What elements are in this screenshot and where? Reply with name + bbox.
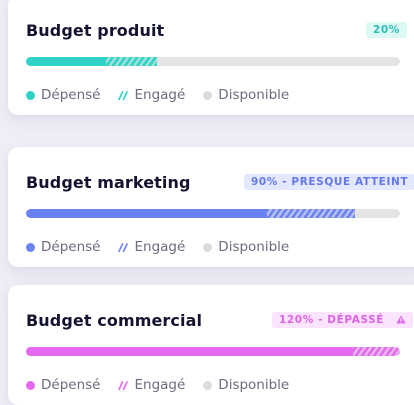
legend-label-spent: Dépensé	[41, 377, 101, 393]
badge-label: 120% - DÉPASSÉ	[279, 314, 385, 326]
engaged-segment	[353, 347, 400, 356]
legend-item-spent: Dépensé	[26, 239, 100, 255]
legend-label-available: Disponible	[218, 377, 290, 393]
legend-item-available: Disponible	[203, 377, 289, 393]
spent-dot-icon	[26, 90, 35, 100]
legend-item-engaged: Engagé	[118, 87, 185, 103]
engaged-segment	[106, 57, 157, 66]
available-dot-icon	[203, 90, 213, 100]
legend-item-engaged: Engagé	[118, 239, 185, 255]
budget-card-produit: Budget produit 20% Dépensé Engagé Dispon…	[8, 0, 414, 115]
legend-item-available: Disponible	[203, 87, 289, 103]
spent-dot-icon	[26, 380, 35, 390]
legend-label-engaged: Engagé	[134, 239, 186, 255]
legend-label-spent: Dépensé	[41, 87, 101, 103]
engaged-stripes-icon	[118, 380, 129, 390]
badge-label: 20%	[373, 24, 400, 36]
spent-segment	[26, 347, 354, 356]
status-badge: 20%	[366, 22, 407, 38]
engaged-segment	[267, 209, 356, 218]
legend-label-engaged: Engagé	[134, 377, 186, 393]
legend-label-spent: Dépensé	[41, 239, 101, 255]
warning-icon	[396, 315, 406, 324]
legend-label-engaged: Engagé	[134, 87, 186, 103]
legend: Dépensé Engagé Disponible	[26, 87, 307, 103]
card-title: Budget produit	[26, 21, 165, 40]
budget-progress-bar	[26, 347, 400, 356]
status-badge: 90% - PRESQUE ATTEINT	[244, 174, 414, 190]
legend-item-spent: Dépensé	[26, 377, 100, 393]
legend: Dépensé Engagé Disponible	[26, 377, 307, 393]
status-badge: 120% - DÉPASSÉ	[272, 312, 414, 328]
spent-segment	[26, 209, 268, 218]
budget-progress-bar	[26, 209, 400, 218]
badge-label: 90% - PRESQUE ATTEINT	[251, 176, 409, 188]
budget-progress-bar	[26, 57, 400, 66]
legend-item-available: Disponible	[203, 239, 289, 255]
legend-item-spent: Dépensé	[26, 87, 100, 103]
engaged-stripes-icon	[118, 242, 129, 252]
card-title: Budget commercial	[26, 311, 203, 330]
card-title: Budget marketing	[26, 173, 191, 192]
engaged-stripes-icon	[118, 90, 129, 100]
legend-item-engaged: Engagé	[118, 377, 185, 393]
legend-label-available: Disponible	[218, 239, 290, 255]
available-dot-icon	[203, 242, 213, 252]
spent-segment	[26, 57, 107, 66]
spent-dot-icon	[26, 242, 35, 252]
legend-label-available: Disponible	[218, 87, 290, 103]
legend: Dépensé Engagé Disponible	[26, 239, 307, 255]
budget-card-marketing: Budget marketing 90% - PRESQUE ATTEINT D…	[8, 147, 414, 267]
budget-card-commercial: Budget commercial 120% - DÉPASSÉ Dépensé…	[8, 285, 414, 405]
available-dot-icon	[203, 380, 213, 390]
